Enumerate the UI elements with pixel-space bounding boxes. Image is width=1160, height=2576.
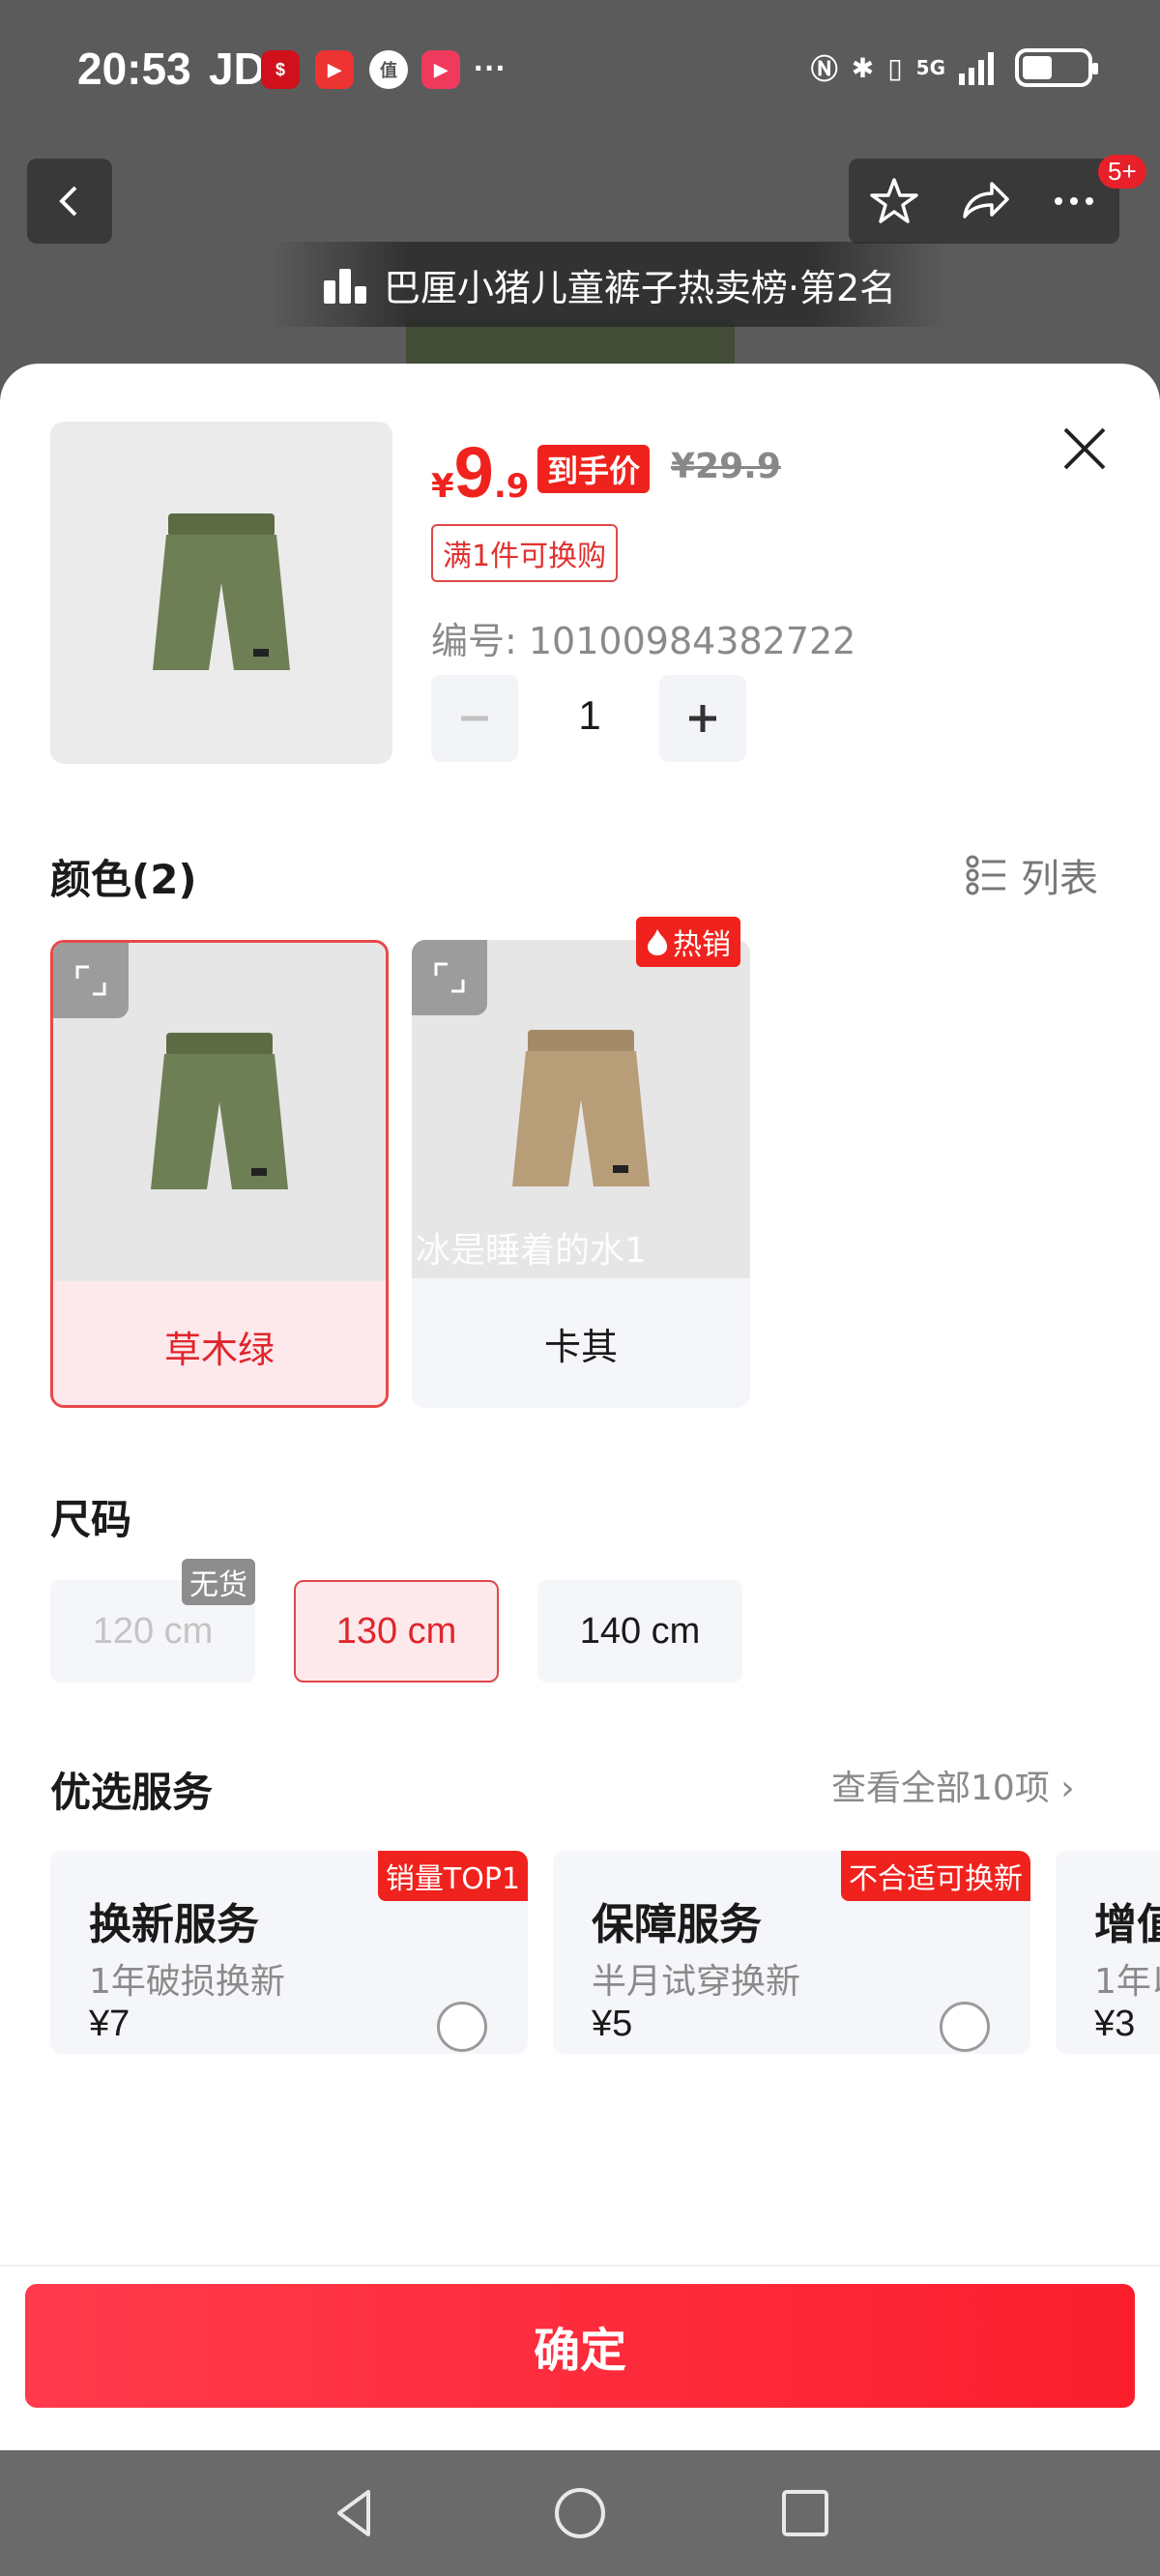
service-desc: 1年以 <box>1094 1962 1160 2002</box>
video-app-icon: ▶ <box>421 50 460 89</box>
quantity-increase-button[interactable] <box>659 675 746 762</box>
close-icon[interactable] <box>1054 418 1116 480</box>
final-price-tag: 到手价 <box>537 445 651 493</box>
service-price: ¥7 <box>89 2004 130 2044</box>
expand-icon[interactable] <box>412 940 487 1015</box>
service-title: 换新服务 <box>89 1900 259 1949</box>
color-option-label: 草木绿 <box>53 1281 386 1405</box>
nav-actions <box>849 159 1119 244</box>
view-all-services-link[interactable]: 查看全部10项 › <box>831 1760 1075 1810</box>
rank-banner[interactable]: 巴厘小猪儿童裤子热卖榜·第2名 <box>271 242 947 327</box>
status-carrier: JD <box>209 44 266 94</box>
shorts-image <box>151 1033 288 1189</box>
service-desc: 半月试穿换新 <box>592 1962 801 2002</box>
service-title: 增值 <box>1094 1900 1160 1949</box>
more-icon[interactable] <box>1047 174 1101 228</box>
service-radio[interactable] <box>940 2002 990 2052</box>
favorite-star-icon[interactable] <box>867 174 921 228</box>
promo-tag[interactable]: 满1件可换购 <box>431 524 619 582</box>
bluetooth-icon: ✱ <box>851 51 875 84</box>
shorts-image <box>153 513 290 670</box>
quantity-value[interactable]: 1 <box>541 692 638 739</box>
color-option-green[interactable]: 草木绿 <box>50 940 389 1408</box>
service-section-title: 优选服务 <box>50 1769 214 1816</box>
color-section-title: 颜色(2) <box>50 856 197 903</box>
status-more: ··· <box>474 50 507 87</box>
nfc-icon: Ⓝ <box>810 53 838 85</box>
recents-square-icon[interactable] <box>776 2484 834 2542</box>
service-radio[interactable] <box>437 2002 487 2052</box>
flame-icon <box>648 929 667 955</box>
status-bar: 20:53 JD $ ▶ 值 ▶ ··· Ⓝ ✱ ▯ 5G <box>0 0 1160 145</box>
list-label: 列表 <box>1021 857 1098 901</box>
price-currency: ¥ <box>431 467 454 506</box>
home-circle-icon[interactable] <box>551 2484 609 2542</box>
service-badge: 销量TOP1 <box>377 1851 528 1901</box>
message-count-badge: 5+ <box>1098 155 1146 189</box>
size-section-title: 尺码 <box>50 1496 132 1543</box>
service-desc: 1年破损换新 <box>89 1962 285 2002</box>
service-card-renewal[interactable]: 销量TOP1 换新服务 1年破损换新 ¥7 <box>50 1851 528 2054</box>
chevron-right-icon: › <box>1060 1769 1075 1808</box>
service-title: 保障服务 <box>592 1900 762 1949</box>
battery-icon <box>1015 48 1098 87</box>
ranking-bars-icon <box>323 269 366 304</box>
sku-selector-sheet: ¥ 9 .9 到手价 ¥29.9 满1件可换购 编号: 101009843827… <box>0 364 1160 2450</box>
image-watermark: 冰是睡着的水1 <box>416 1231 647 1271</box>
share-icon[interactable] <box>957 174 1011 228</box>
service-badge: 不合适可换新 <box>841 1851 1030 1901</box>
network-label: 5G <box>915 56 945 79</box>
quantity-decrease-button[interactable] <box>431 675 518 762</box>
view-all-label: 查看全部10项 <box>831 1769 1050 1808</box>
service-card-protection[interactable]: 不合适可换新 保障服务 半月试穿换新 ¥5 <box>553 1851 1030 2054</box>
zhi-app-icon: 值 <box>369 50 408 89</box>
footer-divider <box>0 2265 1160 2267</box>
confirm-button[interactable]: 确定 <box>25 2284 1135 2408</box>
hot-sale-badge: 热销 <box>636 917 740 967</box>
color-option-label: 卡其 <box>543 1325 618 1368</box>
price: ¥ 9 .9 <box>431 431 529 513</box>
color-option-khaki[interactable]: 冰是睡着的水1 卡其 <box>412 940 750 1408</box>
status-indicators: Ⓝ ✱ ▯ 5G <box>810 48 1098 87</box>
status-time: 20:53 <box>77 44 191 94</box>
list-icon <box>966 855 1005 895</box>
size-option-130[interactable]: 130 cm <box>294 1580 499 1683</box>
shorts-image <box>512 1030 650 1186</box>
chevron-left-icon <box>59 186 77 217</box>
back-button[interactable] <box>27 159 112 244</box>
service-price: ¥5 <box>592 2004 633 2044</box>
rank-banner-text: 巴厘小猪儿童裤子热卖榜·第2名 <box>383 266 897 309</box>
plus-icon <box>689 705 716 732</box>
minus-icon <box>461 716 488 721</box>
original-price: ¥29.9 <box>671 447 781 486</box>
expand-icon[interactable] <box>53 943 129 1018</box>
product-thumbnail[interactable] <box>50 422 392 764</box>
back-triangle-icon[interactable] <box>326 2484 384 2542</box>
vibrate-icon: ▯ <box>887 51 903 84</box>
jd-store-app-icon: ▶ <box>315 50 354 89</box>
signal-icon <box>959 52 994 85</box>
price-integer: 9 <box>453 432 494 512</box>
hot-sale-label: 热销 <box>673 928 731 962</box>
jd-finance-app-icon: $ <box>261 50 300 89</box>
service-price: ¥3 <box>1094 2004 1136 2044</box>
service-card-value-added[interactable]: 增值 1年以 ¥3 <box>1056 1851 1160 2054</box>
size-option-140[interactable]: 140 cm <box>537 1580 742 1683</box>
system-nav-bar <box>0 2450 1160 2576</box>
list-view-toggle[interactable]: 列表 <box>965 847 1098 903</box>
sku-number: 编号: 10100984382722 <box>431 620 856 662</box>
price-decimal: .9 <box>493 467 530 506</box>
out-of-stock-badge: 无货 <box>182 1559 255 1605</box>
